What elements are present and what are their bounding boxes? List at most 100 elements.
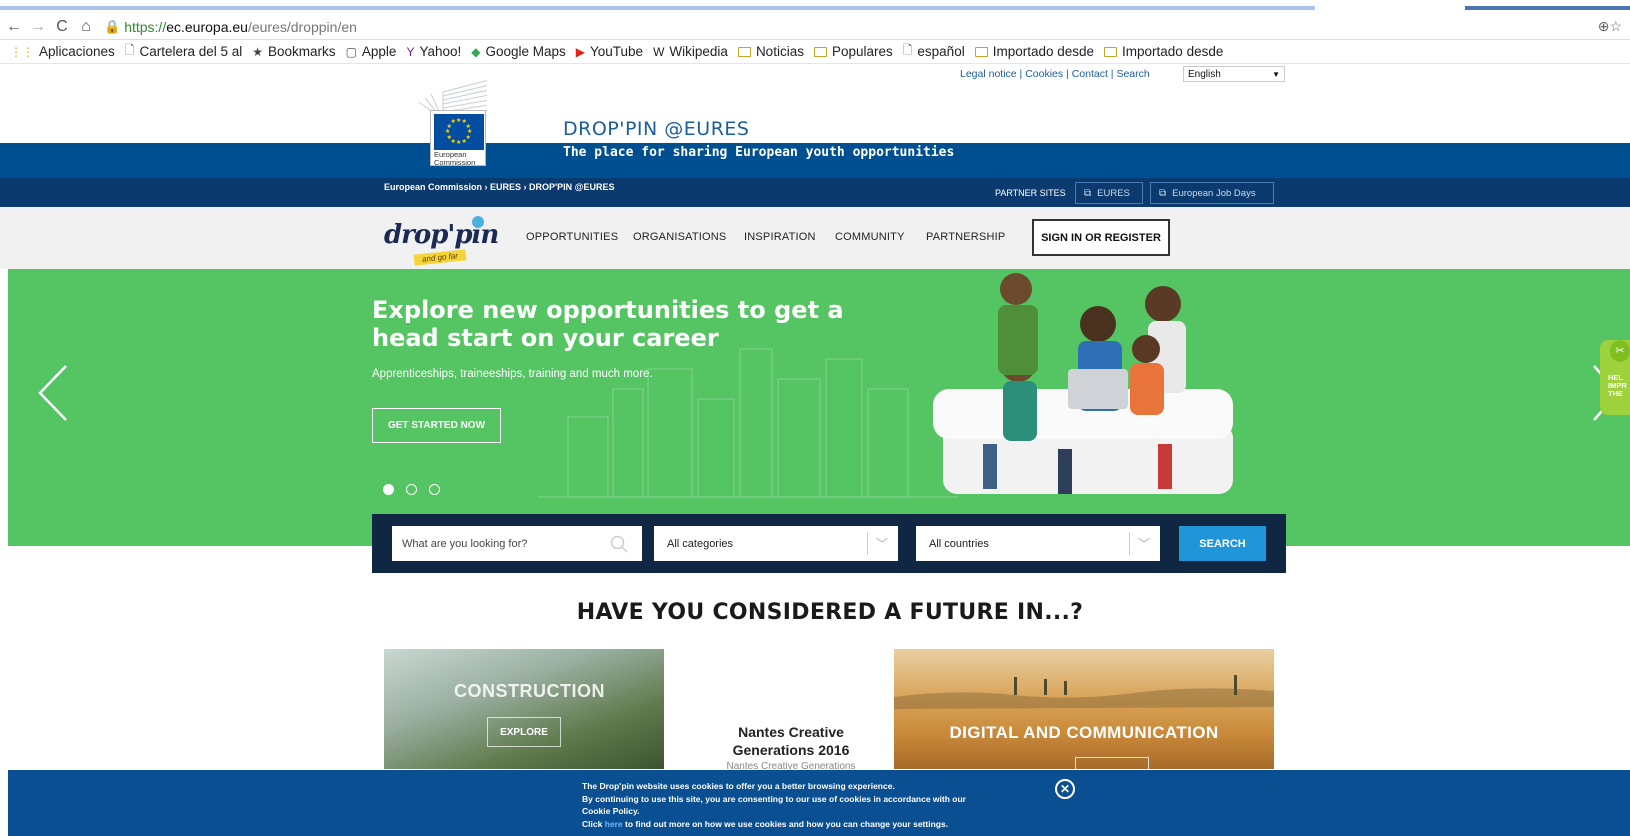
cookie-line2: By continuing to use this site, you are … [582, 793, 966, 804]
page-icon: 🗋 [902, 43, 913, 57]
explore-button[interactable] [1075, 757, 1149, 769]
logo-tagline: and go far [413, 249, 467, 266]
cookie-here-link[interactable]: here [605, 819, 623, 829]
reload-icon[interactable]: C [52, 18, 72, 36]
bookmark-item[interactable]: Populares [813, 44, 893, 59]
header-top [0, 64, 1630, 143]
pin-icon [472, 216, 484, 228]
url-field[interactable]: 🔒 https://ec.europa.eu/eures/droppin/en [104, 19, 357, 35]
partner-link-job-days[interactable]: ⧉ European Job Days [1150, 182, 1274, 204]
category-select[interactable]: All categories ﹀ [654, 526, 898, 561]
folder-icon [813, 46, 827, 57]
close-icon[interactable]: ✕ [1055, 779, 1075, 799]
bookmark-label: Importado desde [992, 44, 1095, 59]
breadcrumb[interactable]: European Commission › EURES › DROP'PIN @… [384, 182, 614, 192]
bookmark-item[interactable]: ▢ Apple [346, 44, 397, 59]
tile-title-line1: Nantes Creative [738, 724, 844, 740]
sign-in-register-button[interactable]: SIGN IN OR REGISTER [1032, 219, 1170, 256]
bookmark-label: Apple [361, 44, 397, 59]
ec-caption: European Commission [434, 151, 475, 167]
cookie-line1: The Drop'pin website uses cookies to off… [582, 781, 895, 791]
bookmark-label: español [917, 44, 965, 59]
folder-icon [737, 46, 751, 57]
bookmarks-bar: ⋮⋮ Aplicaciones 🗋 Cartelera del 5 al ★ Bookma… [0, 40, 1630, 64]
nav-community[interactable]: COMMUNITY [835, 231, 905, 243]
tile-label: CONSTRUCTION [454, 681, 605, 701]
bookmark-item[interactable]: ▶ YouTube [576, 44, 643, 59]
field-landscape-image [894, 675, 1274, 709]
cookie-line4-pre: Click [582, 818, 605, 829]
people-on-sofa [933, 273, 1233, 494]
search-link[interactable]: Search [1116, 68, 1149, 80]
star-icon: ★ [461, 138, 467, 145]
partner-link-eures[interactable]: ⧉ EURES [1075, 182, 1143, 204]
youtube-icon: ▶ [575, 44, 586, 59]
category-value: All categories [667, 537, 734, 550]
cookies-link[interactable]: Cookies [1025, 68, 1063, 80]
bookmark-item[interactable]: Y Yahoo! [406, 44, 461, 59]
cookie-line3: Cookie Policy. [582, 806, 640, 816]
url-scheme: https:// [124, 18, 167, 35]
tile-nantes[interactable]: Nantes Creative Generations 2016 Nantes C… [688, 649, 894, 772]
get-started-button[interactable]: GET STARTED NOW [372, 408, 501, 443]
tab-indicator [1465, 6, 1630, 10]
url-path: /eures/droppin/en [247, 18, 357, 35]
feedback-tab[interactable]: ✂ HEL IMPR THE [1600, 340, 1630, 415]
yahoo-icon: Y [406, 44, 415, 59]
bookmark-item[interactable]: 🗋 español [903, 41, 965, 62]
language-select[interactable]: English ▼ [1183, 66, 1285, 82]
search-icon[interactable] [610, 535, 628, 553]
feedback-label: HEL IMPR THE [1608, 374, 1627, 398]
contact-link[interactable]: Contact [1072, 68, 1108, 80]
apple-icon: ▢ [345, 44, 357, 59]
utility-links: Legal notice | Cookies | Contact | Searc… [960, 68, 1150, 80]
search-input[interactable]: What are you looking for? [392, 526, 642, 561]
hero-title: Explore new opportunities to get a head … [372, 296, 844, 352]
bookmark-item[interactable]: ★ Bookmarks [252, 44, 335, 59]
star-icon: ★ [456, 140, 462, 146]
bookmark-label: Populares [831, 44, 893, 59]
nav-inspiration[interactable]: INSPIRATION [744, 231, 816, 243]
back-icon[interactable]: ← [4, 18, 24, 36]
search-button[interactable]: SEARCH [1179, 526, 1266, 561]
european-commission-logo[interactable]: ★ ★ ★ ★ ★ ★ ★ ★ ★ ★ ★ ★ European Commission [403, 80, 487, 167]
country-select[interactable]: All countries ﹀ [916, 526, 1160, 561]
bookmark-label: Yahoo! [419, 44, 462, 59]
eu-flag-card: ★ ★ ★ ★ ★ ★ ★ ★ ★ ★ ★ ★ European Commission [430, 110, 486, 167]
tile-label: DIGITAL AND COMMUNICATION [949, 723, 1219, 742]
carousel-dot-2[interactable] [406, 484, 417, 495]
carousel-dot-3[interactable] [429, 484, 440, 495]
tile-digital-communication[interactable]: DIGITAL AND COMMUNICATION [894, 649, 1274, 769]
bookmark-label: Cartelera del 5 al [139, 44, 243, 59]
bookmark-label: Aplicaciones [39, 44, 115, 59]
external-link-icon: ⧉ [1159, 187, 1167, 199]
site-tagline: The place for sharing European youth opp… [563, 145, 955, 160]
bookmark-item[interactable]: 🗋 Cartelera del 5 al [125, 41, 242, 62]
bookmark-item[interactable]: Noticias [737, 44, 804, 59]
nav-organisations[interactable]: ORGANISATIONS [633, 231, 726, 243]
star-icon: ★ [252, 44, 264, 59]
cookie-text: The Drop'pin website uses cookies to off… [582, 780, 1032, 830]
carousel-prev-icon[interactable] [36, 362, 76, 424]
lock-icon: 🔒 [104, 18, 121, 34]
eu-flag-icon: ★ ★ ★ ★ ★ ★ ★ ★ ★ ★ ★ ★ [434, 114, 484, 150]
legal-notice-link[interactable]: Legal notice [960, 68, 1017, 80]
tile-construction[interactable]: CONSTRUCTION EXPLORE [384, 649, 664, 769]
home-icon[interactable]: ⌂ [76, 18, 96, 36]
nav-opportunities[interactable]: OPPORTUNITIES [526, 231, 618, 243]
bookmark-item[interactable]: W Wikipedia [653, 44, 728, 59]
bookmark-label: YouTube [590, 44, 644, 59]
carousel-dot-1[interactable] [383, 484, 394, 495]
bookmark-item[interactable]: ◆ Google Maps [471, 44, 566, 59]
tile-title-line2: Generations 2016 [732, 742, 850, 758]
bookmark-item[interactable]: ⋮⋮ Aplicaciones [10, 44, 115, 59]
site-title[interactable]: DROP'PIN @EURES [563, 118, 749, 140]
explore-button[interactable]: EXPLORE [487, 717, 561, 747]
zoom-icon[interactable]: ⊕☆ [1598, 18, 1622, 35]
nav-partnership[interactable]: PARTNERSHIP [926, 231, 1005, 243]
bookmark-item[interactable]: Importado desde [974, 44, 1095, 59]
bookmark-item[interactable]: Importado desde [1104, 44, 1223, 59]
hero-subtitle: Apprenticeships, traineeships, training … [372, 368, 653, 380]
search-placeholder: What are you looking for? [402, 537, 528, 550]
forward-icon[interactable]: → [28, 18, 48, 36]
